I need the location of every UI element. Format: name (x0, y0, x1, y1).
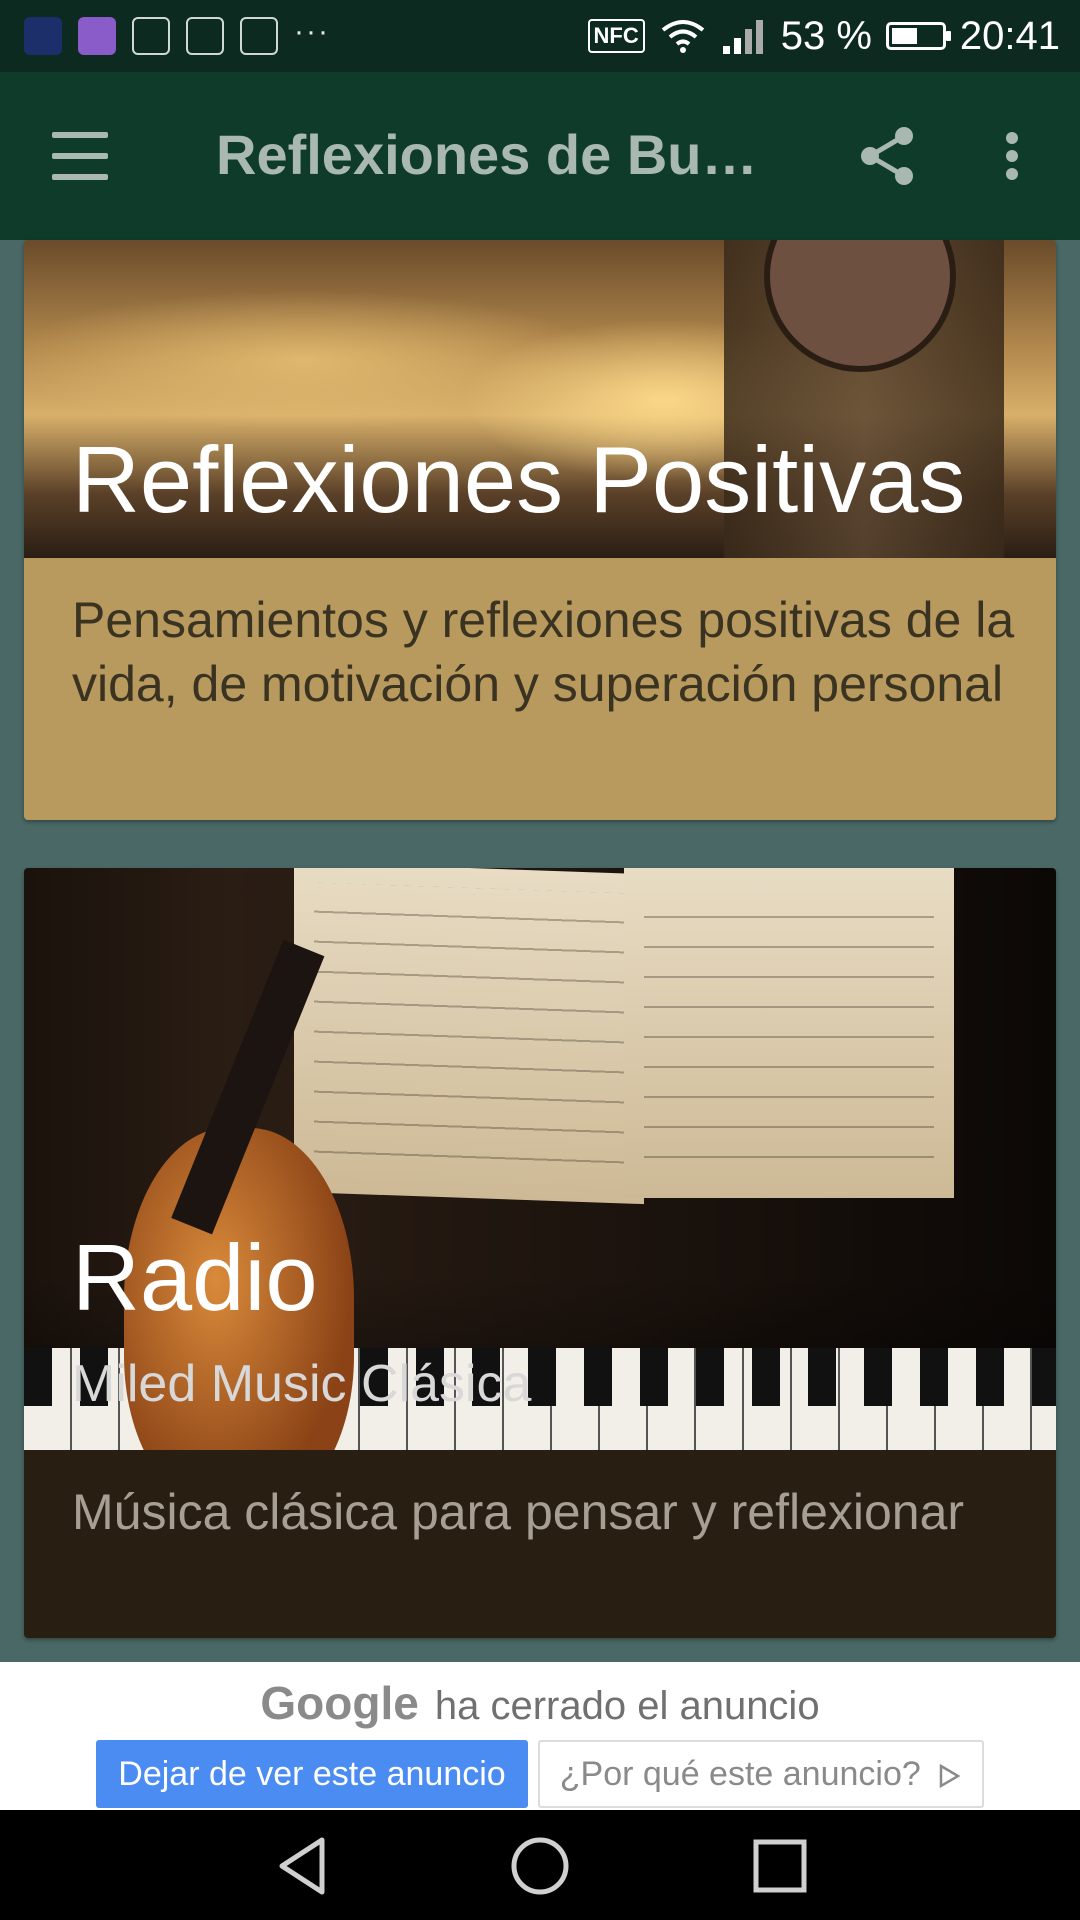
ad-message: ha cerrado el anuncio (434, 1684, 820, 1728)
chart-notification-icon (240, 17, 278, 55)
menu-icon[interactable] (48, 132, 112, 180)
signal-icon (722, 20, 763, 54)
battery-percent: 53 % (780, 13, 872, 58)
card-description-area: Música clásica para pensar y reflexionar (24, 1450, 1056, 1638)
card-title: Radio (72, 1225, 318, 1330)
navigation-bar (0, 1810, 1080, 1920)
chart-notification-icon (132, 17, 170, 55)
system-icons: NFC 53 % 20:41 (587, 10, 1060, 62)
why-this-ad-button[interactable]: ¿Por qué este anuncio? (538, 1740, 984, 1808)
ad-closed-panel: Google ha cerrado el anuncio Dejar de ver… (0, 1662, 1080, 1810)
recents-icon[interactable] (748, 1834, 812, 1898)
ad-choices-icon (939, 1763, 961, 1788)
radio-card[interactable]: Radio Miled Music Clásica Música clásica… (24, 868, 1056, 1638)
sheet-music-image (294, 868, 644, 1205)
notification-icons: ··· (24, 15, 330, 56)
sheet-music-image (624, 868, 954, 1198)
wifi-icon (661, 20, 704, 53)
more-vert-icon[interactable] (996, 124, 1028, 188)
google-logo: Google (260, 1677, 419, 1729)
more-notifications-icon: ··· (294, 15, 330, 48)
status-bar: ··· NFC 53 % 20:41 (0, 0, 1080, 72)
reflexiones-positivas-card[interactable]: Reflexiones Positivas Pensamientos y ref… (24, 240, 1056, 820)
card-description-area: Pensamientos y reflexiones positivas de … (24, 558, 1056, 820)
nfc-icon: NFC (587, 19, 645, 53)
app-title: Reflexiones de Bue... (216, 123, 776, 186)
home-icon[interactable] (508, 1834, 572, 1898)
clock: 20:41 (959, 13, 1060, 58)
app-notification-icon (24, 17, 62, 55)
card-subtitle: Miled Music Clásica (72, 1355, 532, 1413)
card-title: Reflexiones Positivas (72, 427, 966, 532)
chart-notification-icon (186, 17, 224, 55)
share-icon[interactable] (856, 124, 920, 188)
gallery-notification-icon (78, 17, 116, 55)
back-icon[interactable] (272, 1834, 336, 1898)
card-description: Pensamientos y reflexiones positivas de … (72, 592, 1015, 712)
battery-fill (891, 28, 918, 44)
stop-seeing-ad-button[interactable]: Dejar de ver este anuncio (96, 1740, 528, 1808)
why-this-ad-label: ¿Por qué este anuncio? (559, 1754, 921, 1793)
battery-icon (885, 22, 951, 50)
card-description: Música clásica para pensar y reflexionar (72, 1484, 965, 1540)
app-bar: Reflexiones de Bue... (0, 72, 1080, 240)
ad-closed-message: Google ha cerrado el anuncio (0, 1676, 1080, 1730)
